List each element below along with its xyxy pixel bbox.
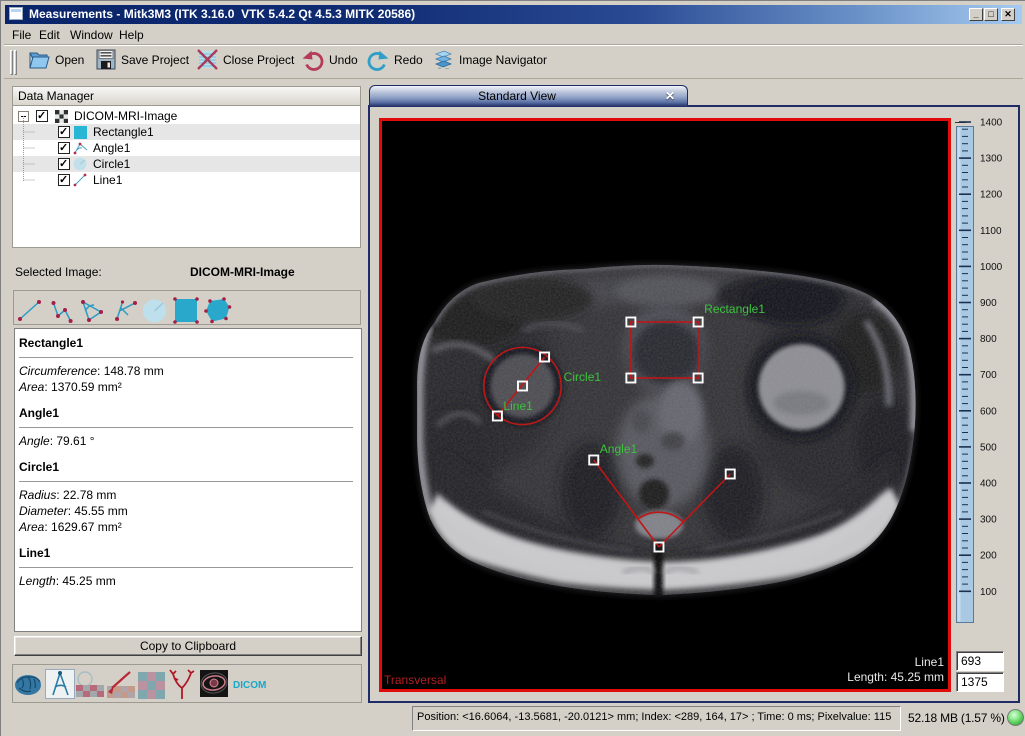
- svg-text:500: 500: [980, 442, 997, 453]
- svg-text:Angle1: Angle1: [600, 442, 638, 456]
- svg-text:900: 900: [980, 298, 997, 309]
- svg-text:700: 700: [980, 370, 997, 381]
- svg-text:DICOM: DICOM: [233, 680, 266, 691]
- svg-text:100: 100: [980, 587, 997, 598]
- svg-text:1300: 1300: [980, 154, 1003, 165]
- svg-text:Rectangle1: Rectangle1: [704, 302, 765, 316]
- svg-text:Circle1: Circle1: [564, 370, 602, 384]
- svg-text:400: 400: [980, 479, 997, 490]
- svg-text:1100: 1100: [980, 226, 1002, 237]
- svg-text:1000: 1000: [980, 262, 1003, 273]
- svg-text:Line1: Line1: [503, 399, 533, 413]
- svg-text:800: 800: [980, 334, 997, 345]
- svg-text:1200: 1200: [980, 190, 1003, 201]
- svg-text:600: 600: [980, 406, 997, 417]
- svg-text:300: 300: [980, 515, 997, 526]
- svg-text:1400: 1400: [980, 118, 1003, 129]
- svg-text:200: 200: [980, 551, 997, 562]
